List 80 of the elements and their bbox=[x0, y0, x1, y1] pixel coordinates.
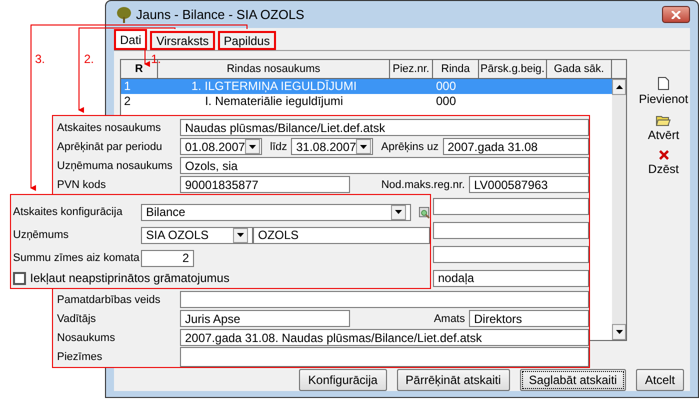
date-field[interactable]: 01.08.2007 bbox=[180, 138, 262, 155]
dialog-button[interactable]: Pārrēķināt atskaiti bbox=[396, 369, 510, 391]
tree-icon bbox=[116, 6, 132, 22]
field-label: Aprēķins uz bbox=[380, 140, 440, 152]
dropdown-arrow-icon bbox=[237, 233, 244, 237]
preview-icon[interactable] bbox=[419, 206, 430, 218]
scroll-down-button[interactable] bbox=[612, 324, 626, 340]
text-field[interactable]: OZOLS bbox=[253, 226, 430, 244]
field-label: Uzņēmums bbox=[13, 229, 70, 241]
field-label: līdz bbox=[269, 140, 288, 152]
callout-number: 3. bbox=[35, 52, 46, 66]
column-header[interactable]: Gada sāk. bbox=[547, 60, 612, 78]
column-header[interactable]: Piez.nr. bbox=[390, 60, 433, 78]
callout-number: 2. bbox=[84, 52, 94, 66]
combo-box[interactable]: Bilance bbox=[141, 204, 411, 220]
text-field[interactable]: nodaļa bbox=[433, 270, 589, 286]
toolbar-button[interactable]: Dzēst bbox=[648, 150, 679, 176]
date-field[interactable]: 31.08.2007 bbox=[291, 138, 374, 155]
field-label: PVN kods bbox=[57, 178, 107, 190]
dropdown-arrow-icon bbox=[360, 144, 368, 148]
field-label: Summu zīmes aiz komata bbox=[13, 252, 141, 264]
dropdown-button[interactable] bbox=[245, 139, 260, 154]
field-label: Aprēķināt par periodu bbox=[57, 140, 164, 152]
text-field[interactable]: 2 bbox=[141, 250, 194, 266]
field-label: Amats bbox=[432, 312, 466, 324]
close-button[interactable] bbox=[662, 6, 690, 23]
text-field[interactable]: 90001835877 bbox=[180, 176, 350, 193]
column-header[interactable]: Pārsk.g.beig. bbox=[479, 60, 547, 78]
text-field[interactable] bbox=[433, 198, 589, 214]
down-arrow-icon bbox=[616, 330, 622, 334]
field-label: Vadītājs bbox=[57, 312, 97, 324]
text-field[interactable]: Naudas plūsmas/Bilance/Liet.def.atsk bbox=[180, 119, 589, 136]
page-icon bbox=[658, 77, 669, 90]
table-cell: 1. ILGTERMIŅA IEGULDĪJUMI bbox=[191, 79, 357, 93]
dialog-button[interactable]: Atcelt bbox=[636, 369, 684, 391]
field-label: Nosaukums bbox=[57, 332, 116, 344]
text-field[interactable]: LV000587963 bbox=[469, 176, 589, 193]
text-field[interactable]: 2007.gada 31.08. Naudas plūsmas/Bilance/Liet.def.atsk bbox=[180, 329, 589, 346]
toolbar-button[interactable]: Pievienot bbox=[638, 77, 688, 106]
dropdown-arrow-icon bbox=[249, 144, 256, 148]
dropdown-button[interactable] bbox=[356, 139, 372, 154]
scroll-up-button[interactable] bbox=[612, 79, 626, 95]
close-icon bbox=[671, 10, 681, 18]
text-field[interactable] bbox=[433, 222, 589, 238]
dropdown-button[interactable] bbox=[391, 204, 406, 220]
field-label: Pamatdarbības veids bbox=[57, 294, 162, 306]
text-field[interactable]: Juris Apse bbox=[180, 310, 350, 327]
dialog-button[interactable]: Konfigurācija bbox=[299, 369, 387, 391]
tab[interactable]: Dati bbox=[114, 29, 148, 50]
column-header[interactable]: Rindas nosaukums bbox=[158, 60, 390, 78]
dropdown-button[interactable] bbox=[233, 228, 248, 242]
delete-icon bbox=[658, 150, 668, 160]
field-label: Atskaites konfigurācija bbox=[13, 206, 124, 218]
tab[interactable]: Papildus bbox=[218, 31, 276, 50]
table-cell: 1 bbox=[124, 79, 131, 93]
field-label: Uzņēmuma nosaukums bbox=[57, 160, 174, 172]
window-title: Jauns - Bilance - SIA OZOLS bbox=[136, 7, 306, 22]
table-cell: 2 bbox=[124, 94, 131, 108]
dropdown-arrow-icon bbox=[395, 210, 402, 214]
tab[interactable]: Virsraksts bbox=[150, 31, 215, 50]
toolbar-button[interactable]: Atvērt bbox=[648, 114, 680, 142]
table-cell: 000 bbox=[436, 94, 456, 108]
field-label: Atskaites nosaukums bbox=[57, 122, 162, 134]
table-cell: I. Nemateriālie ieguldījumi bbox=[204, 94, 344, 108]
field-label: Piezīmes bbox=[57, 351, 104, 363]
up-arrow-icon bbox=[616, 85, 622, 89]
text-field[interactable] bbox=[180, 291, 589, 308]
text-field[interactable]: 2007.gada 31.08 bbox=[442, 138, 589, 155]
checkbox-label: Iekļaut neapstiprinātos grāmatojumus bbox=[30, 271, 230, 285]
text-field[interactable] bbox=[180, 347, 589, 367]
field-label: Nod.maks.reg.nr. bbox=[380, 178, 466, 190]
folder-icon bbox=[656, 114, 671, 126]
text-field[interactable] bbox=[433, 246, 589, 262]
table-cell: 000 bbox=[436, 79, 456, 93]
checkbox[interactable] bbox=[13, 272, 26, 284]
text-field[interactable]: Ozols, sia bbox=[180, 157, 589, 174]
combo-box[interactable]: SIA OZOLS bbox=[141, 226, 253, 244]
text-field[interactable]: Direktors bbox=[469, 310, 589, 327]
column-header[interactable]: Rinda bbox=[433, 60, 479, 78]
dialog-button[interactable]: Saglabāt atskaiti bbox=[520, 369, 626, 391]
